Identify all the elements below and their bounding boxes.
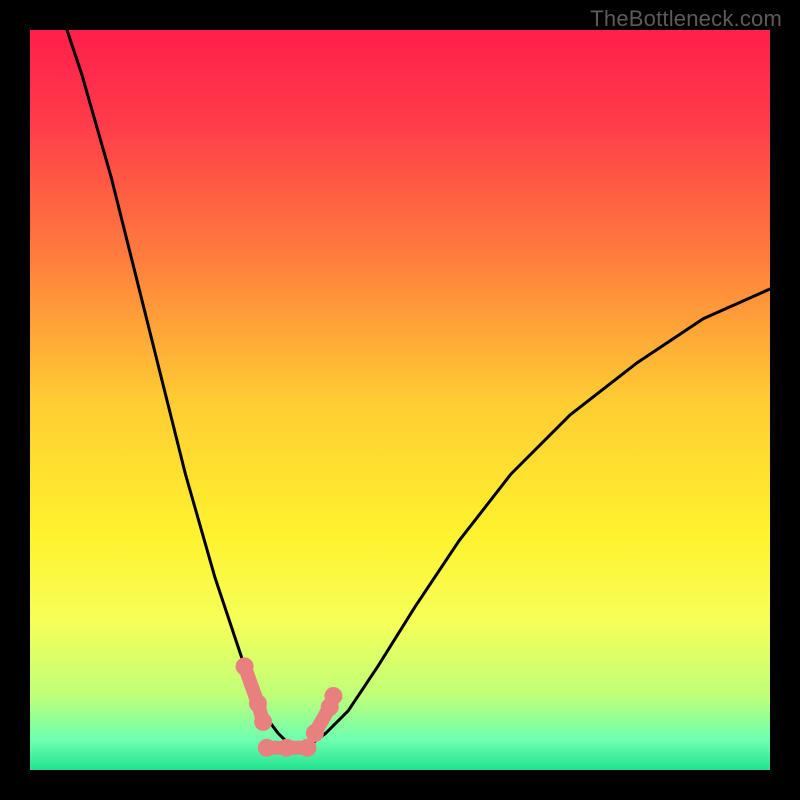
chart-frame: TheBottleneck.com	[0, 0, 800, 800]
watermark-label: TheBottleneck.com	[590, 6, 782, 32]
dip-dot	[258, 739, 276, 757]
dip-dot	[278, 739, 296, 757]
dip-dot	[324, 687, 342, 705]
dip-dot	[249, 694, 267, 712]
plot-area	[30, 30, 770, 770]
chart-svg	[30, 30, 770, 770]
dip-dot	[254, 713, 272, 731]
dip-dot	[236, 657, 254, 675]
gradient-background	[30, 30, 770, 770]
dip-dot	[306, 724, 324, 742]
